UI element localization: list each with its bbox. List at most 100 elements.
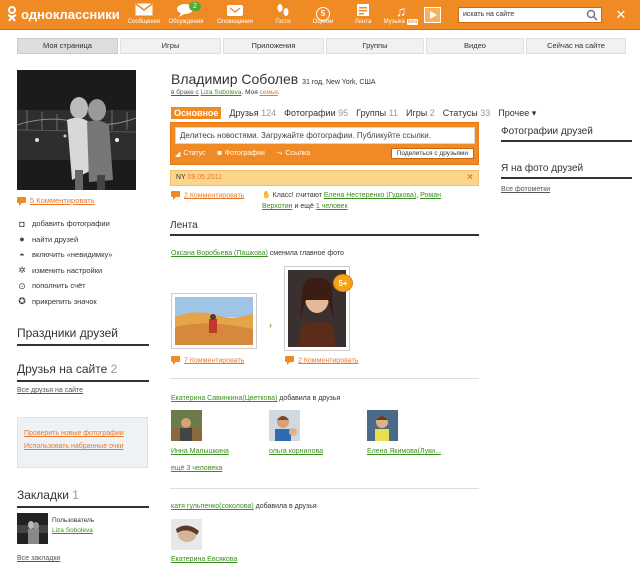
friend-thumb[interactable] bbox=[171, 519, 202, 550]
all-bookmarks-link[interactable]: Все закладки bbox=[17, 555, 60, 562]
use-points-link[interactable]: Использовать набранные очки bbox=[24, 443, 141, 450]
nav-notifications[interactable]: Оповещения bbox=[214, 3, 256, 25]
find-friends-action[interactable]: ● найти друзей bbox=[17, 232, 112, 248]
family-link[interactable]: семья bbox=[260, 89, 278, 96]
post-input[interactable]: Делитесь новостями. Загружайте фотографи… bbox=[175, 127, 475, 144]
nav-feed[interactable]: Лента bbox=[342, 3, 384, 25]
feed-user-link[interactable]: катя гульпенко(соколова) bbox=[171, 503, 254, 510]
feed-photo-old[interactable] bbox=[171, 293, 257, 349]
tab-groups[interactable]: Группы bbox=[326, 38, 424, 54]
like-more-link[interactable]: 1 человек bbox=[316, 203, 348, 210]
add-photos-action[interactable]: ◘ добавить фотографии bbox=[17, 216, 112, 232]
top-up-action[interactable]: ⊙ пополнить счёт bbox=[17, 278, 112, 294]
bookmark-user-link[interactable]: Liza Soboleva bbox=[52, 526, 94, 536]
friends-photos-heading: Фотографии друзей bbox=[501, 126, 632, 142]
nav-label: Обсуждения bbox=[168, 19, 204, 25]
music-icon: ♫ bbox=[395, 3, 407, 19]
friends-holidays-heading: Праздники друзей bbox=[17, 326, 149, 346]
tab-online-now[interactable]: Сейчас на сайте bbox=[526, 38, 626, 54]
close-icon[interactable]: ✕ bbox=[614, 8, 628, 22]
comment-icon bbox=[171, 356, 180, 365]
feed-user-link[interactable]: Екатерина Савинкина(Цветкова) bbox=[171, 395, 277, 402]
play-music-button[interactable] bbox=[424, 7, 441, 23]
friend-name-link[interactable]: Елена Якимова(Луки... bbox=[367, 448, 441, 455]
photo-comment-link[interactable]: 7 Комментировать bbox=[171, 356, 244, 365]
bookmark-avatar[interactable] bbox=[17, 513, 48, 544]
megaphone-icon: ◢ bbox=[175, 150, 181, 158]
profile-tabs: Основное Друзья 124 Фотографии 95 Группы… bbox=[171, 107, 536, 119]
logo-text: одноклассники bbox=[21, 6, 120, 22]
profile-actions: ◘ добавить фотографии ● найти друзей ◓ вклю… bbox=[17, 216, 112, 309]
main-tabs: Моя страница Игры Приложения Группы Виде… bbox=[17, 38, 640, 54]
tab-video[interactable]: Видео bbox=[426, 38, 524, 54]
tab-my-page[interactable]: Моя страница bbox=[17, 38, 118, 54]
nav-messages[interactable]: Сообщения bbox=[123, 3, 165, 25]
ptab-main[interactable]: Основное bbox=[171, 107, 222, 119]
search-input[interactable]: искать на сайте bbox=[458, 7, 602, 23]
tab-games[interactable]: Игры bbox=[120, 38, 221, 54]
comment-icon bbox=[171, 191, 180, 200]
feed-user-link[interactable]: Оксана Воробьева (Пашкова) bbox=[171, 250, 268, 257]
likes-line: ✋ Класс! считают Елена Нестеренко (Гудко… bbox=[262, 192, 441, 210]
all-photo-tags-link[interactable]: Все фотометки bbox=[501, 186, 550, 193]
me-in-photos-heading: Я на фото друзей bbox=[501, 163, 632, 179]
thumb-icon: ✋ bbox=[262, 192, 271, 199]
profile-avatar[interactable] bbox=[17, 70, 136, 190]
link-icon: ⤳ bbox=[276, 149, 283, 157]
nav-label: Сообщения bbox=[127, 19, 161, 25]
ptab-games[interactable]: Игры 2 bbox=[406, 108, 435, 118]
post-status-button[interactable]: ◢ Статус bbox=[175, 150, 206, 158]
status-bar: NY 09.05.2011 × bbox=[170, 170, 479, 186]
badge-icon: ✪ bbox=[18, 296, 26, 307]
settings-action[interactable]: ✲ изменить настройки bbox=[17, 263, 112, 279]
nav-music[interactable]: ♫ Музыка beta bbox=[380, 3, 422, 25]
rating-icon: 5 bbox=[302, 3, 344, 21]
spouse-link[interactable]: Liza Soboleva bbox=[201, 89, 242, 96]
status-date: 09.05.2011 bbox=[187, 174, 223, 181]
post-link-button[interactable]: ⤳ Ссылка bbox=[277, 150, 310, 158]
feed-item-header: Оксана Воробьева (Пашкова) сменила главн… bbox=[171, 250, 344, 257]
rating-badge: 5+ bbox=[333, 274, 353, 292]
attach-badge-action[interactable]: ✪ прикрепить значок bbox=[17, 294, 112, 310]
feed-item-header: катя гульпенко(соколова) добавила в друз… bbox=[171, 503, 317, 510]
friend-thumb[interactable] bbox=[367, 410, 398, 441]
bell-icon bbox=[214, 3, 256, 19]
friend-name-link[interactable]: Екатерина Евсякова bbox=[171, 556, 237, 563]
site-logo[interactable]: одноклассники bbox=[6, 6, 120, 22]
top-bar: одноклассники Сообщения 2 Обсуждения Опо… bbox=[0, 0, 640, 30]
divider bbox=[170, 378, 479, 379]
ptab-photos[interactable]: Фотографии 95 bbox=[284, 108, 348, 118]
friend-thumb[interactable] bbox=[269, 410, 300, 441]
like-user-link[interactable]: Елена Нестеренко (Гудкова) bbox=[324, 192, 416, 199]
friend-thumb[interactable] bbox=[171, 410, 202, 441]
nav-label: Оценки bbox=[312, 19, 334, 25]
beta-badge: beta bbox=[406, 19, 419, 25]
close-icon[interactable]: × bbox=[467, 172, 473, 183]
nav-guests[interactable]: Гости bbox=[262, 3, 304, 25]
check-new-photos-link[interactable]: Проверить новые фотографии bbox=[24, 430, 141, 437]
profile-meta: 31 год, New York, США bbox=[302, 79, 376, 86]
envelope-icon bbox=[123, 3, 165, 19]
person-icon: ● bbox=[19, 234, 25, 245]
feed-heading: Лента bbox=[170, 220, 479, 236]
tab-apps[interactable]: Приложения bbox=[223, 38, 324, 54]
share-button[interactable]: Поделиться с друзьями bbox=[390, 148, 474, 159]
friend-name-link[interactable]: ольга корнилова bbox=[269, 448, 323, 455]
post-photo-button[interactable]: ◙ Фотографии bbox=[218, 150, 265, 157]
friends-online-heading: Друзья на сайте 2 bbox=[17, 362, 149, 382]
avatar-comment-link[interactable]: 5 Комментировать bbox=[17, 196, 95, 206]
ptab-statuses[interactable]: Статусы 33 bbox=[443, 108, 490, 118]
photo-comment-link[interactable]: 2 Комментировать bbox=[285, 356, 358, 365]
search-icon[interactable] bbox=[586, 9, 600, 21]
status-comment-link[interactable]: 2 Комментировать bbox=[171, 191, 244, 200]
all-online-friends-link[interactable]: Все друзья на сайте bbox=[17, 387, 83, 394]
nav-discussions[interactable]: 2 Обсуждения bbox=[165, 2, 207, 25]
ptab-friends[interactable]: Друзья 124 bbox=[229, 108, 276, 118]
friend-name-link[interactable]: Инна Малышкина bbox=[171, 448, 229, 455]
ptab-groups[interactable]: Группы 11 bbox=[356, 108, 398, 118]
more-friends-link[interactable]: ещё 3 человека bbox=[171, 465, 222, 472]
nav-label: Гости bbox=[275, 19, 291, 25]
ptab-more[interactable]: Прочее ▾ bbox=[498, 108, 536, 119]
nav-ratings[interactable]: 5 Оценки bbox=[302, 3, 344, 25]
invisible-mode-action[interactable]: ◓ включить «невидимку» bbox=[17, 247, 112, 263]
